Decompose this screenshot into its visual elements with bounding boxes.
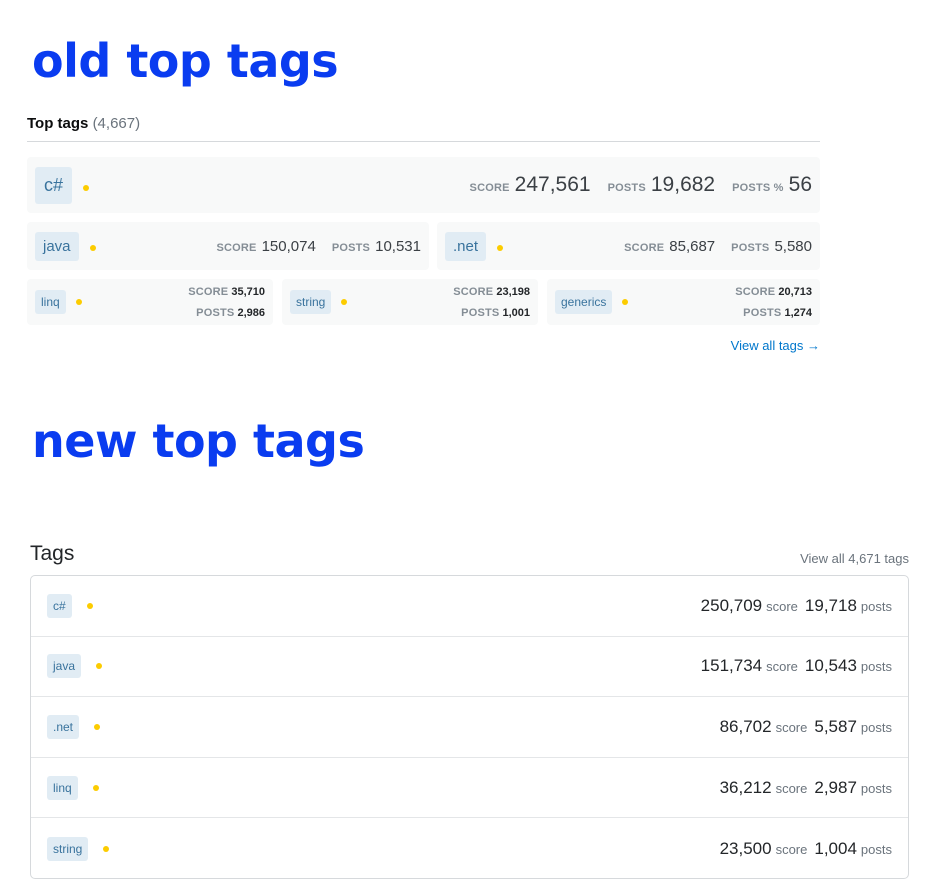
old-title-text: Top tags: [27, 115, 89, 132]
tag-card-generics: generics Score 20,713 Posts 1,274: [547, 279, 820, 325]
tag-dotnet[interactable]: .net: [47, 714, 80, 739]
tag-card-dotnet: .net Score 85,687 Posts 5,580: [437, 222, 820, 270]
watched-dot-icon: [96, 663, 103, 670]
tag-linq[interactable]: linq: [47, 775, 78, 800]
score-label: Score: [453, 286, 494, 298]
old-section-title: Top tags (4,667): [27, 112, 820, 136]
watched-dot-icon: [92, 784, 99, 791]
posts-unit: posts: [860, 841, 892, 857]
score-value: 247,561: [514, 173, 591, 196]
posts-label: Posts: [743, 307, 782, 319]
score-value: 86,702: [719, 716, 772, 736]
score-label: Score: [735, 286, 776, 298]
watched-dot-icon: [103, 845, 110, 852]
watched-dot-icon: [83, 185, 90, 191]
old-top-tags-heading: old top tags: [32, 34, 339, 88]
score-value: 23,198: [496, 286, 530, 298]
tag-linq[interactable]: linq: [35, 290, 66, 314]
watched-dot-icon: [341, 299, 348, 305]
score-label: Score: [624, 241, 665, 254]
view-all-tags-link[interactable]: View all tags →: [731, 338, 820, 353]
tags-list: c# 250,709 score 19,718 posts java 151,7…: [30, 575, 909, 879]
score-value: 85,687: [669, 237, 716, 255]
score-value: 23,500: [719, 838, 772, 858]
score-value: 151,734: [700, 656, 763, 676]
view-all-tags-link[interactable]: View all 4,671 tags: [800, 551, 909, 566]
posts-label: Posts: [731, 241, 770, 254]
watched-dot-icon: [94, 723, 101, 730]
posts-label: Posts: [461, 307, 500, 319]
tag-c#[interactable]: c#: [47, 593, 72, 618]
posts-label: Posts: [196, 307, 235, 319]
posts-unit: posts: [860, 780, 892, 796]
score-label: Score: [216, 241, 257, 254]
posts-percent-value: 56: [788, 173, 812, 196]
tag-string[interactable]: string: [290, 290, 332, 314]
posts-value: 5,580: [774, 237, 812, 255]
list-item: string 23,500 score 1,004 posts: [31, 818, 908, 878]
posts-unit: posts: [860, 598, 892, 614]
posts-value: 19,718: [804, 595, 857, 615]
list-item: .net 86,702 score 5,587 posts: [31, 697, 908, 758]
posts-value: 19,682: [650, 173, 716, 196]
watched-dot-icon: [86, 602, 93, 609]
list-item: c# 250,709 score 19,718 posts: [31, 576, 908, 637]
posts-value: 5,587: [814, 716, 857, 736]
posts-unit: posts: [860, 719, 892, 735]
posts-label: Posts: [331, 241, 371, 254]
tag-generics[interactable]: generics: [555, 290, 613, 314]
new-section-title: Tags: [30, 542, 75, 565]
score-unit: score: [775, 780, 808, 796]
featured-tag-card: c# Score 247,561 Posts 19,682 Posts % 56: [27, 157, 820, 213]
posts-value: 2,987: [814, 777, 857, 797]
posts-value: 2,986: [237, 307, 265, 319]
list-item: java 151,734 score 10,543 posts: [31, 637, 908, 698]
tag-dotnet[interactable]: .net: [445, 231, 487, 261]
score-unit: score: [766, 659, 798, 675]
posts-percent-label: Posts %: [732, 182, 784, 194]
score-value: 250,709: [700, 595, 763, 615]
score-label: Score: [188, 286, 229, 298]
score-unit: score: [775, 841, 808, 857]
score-unit: score: [766, 598, 798, 614]
new-top-tags-heading: new top tags: [32, 414, 365, 468]
tag-string[interactable]: string: [47, 836, 89, 861]
score-value: 36,212: [719, 777, 772, 797]
tag-card-string: string Score 23,198 Posts 1,001: [282, 279, 538, 325]
watched-dot-icon: [89, 244, 96, 251]
list-item: linq 36,212 score 2,987 posts: [31, 758, 908, 819]
posts-unit: posts: [860, 659, 892, 675]
posts-value: 1,001: [502, 307, 530, 319]
posts-value: 1,274: [784, 307, 812, 319]
watched-dot-icon: [622, 299, 629, 305]
score-value: 150,074: [261, 237, 316, 255]
old-top-tags-section: Top tags (4,667) c# Score 247,561 Posts …: [27, 112, 820, 353]
posts-value: 1,004: [814, 838, 857, 858]
posts-value: 10,531: [375, 237, 421, 255]
watched-dot-icon: [497, 244, 504, 251]
score-label: Score: [469, 182, 510, 194]
score-value: 20,713: [778, 286, 812, 298]
tag-java[interactable]: java: [35, 231, 79, 261]
tag-java[interactable]: java: [47, 654, 82, 679]
score-value: 35,710: [231, 286, 265, 298]
posts-label: Posts: [607, 182, 646, 194]
divider: [27, 141, 820, 142]
old-tag-count: (4,667): [92, 115, 141, 132]
posts-value: 10,543: [804, 656, 857, 676]
score-unit: score: [775, 719, 808, 735]
tag-c#[interactable]: c#: [35, 166, 73, 204]
tag-card-linq: linq Score 35,710 Posts 2,986: [27, 279, 273, 325]
tag-card-java: java Score 150,074 Posts 10,531: [27, 222, 429, 270]
watched-dot-icon: [75, 299, 82, 305]
